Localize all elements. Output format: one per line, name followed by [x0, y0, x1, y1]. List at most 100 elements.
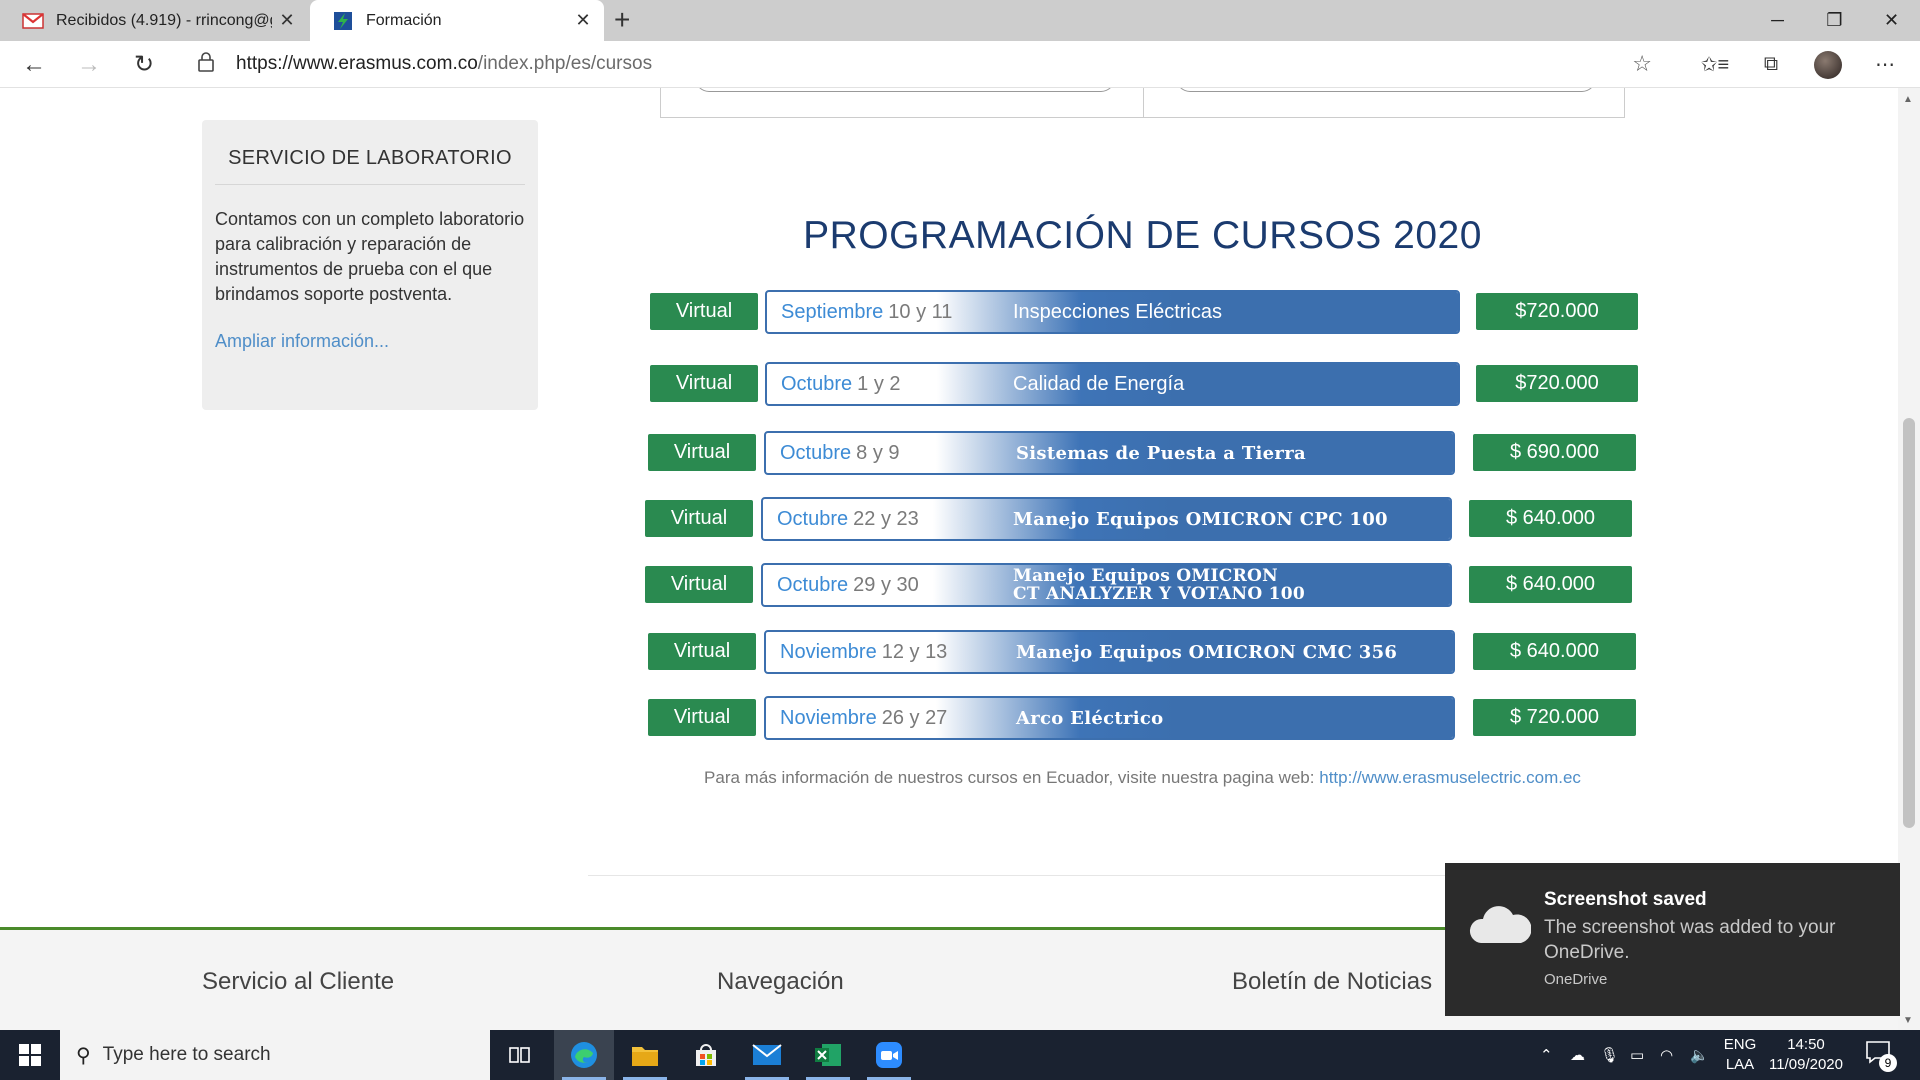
ecuador-website-link[interactable]: http://www.erasmuselectric.com.ec — [1319, 768, 1581, 787]
course-month: Octubre — [781, 372, 853, 395]
course-price: $ 640.000 — [1469, 500, 1632, 537]
course-banner[interactable]: Octubre 8 y 9 Sistemas de Puesta a Tierra — [764, 431, 1455, 475]
previous-card-text: ST — [793, 88, 813, 90]
virtual-badge: Virtual — [648, 699, 756, 736]
more-info-link[interactable]: Ampliar información... — [202, 307, 538, 352]
mail-icon[interactable] — [737, 1030, 797, 1080]
file-explorer-icon[interactable] — [615, 1030, 675, 1080]
scrollbar-thumb[interactable] — [1903, 418, 1915, 828]
onedrive-notification[interactable]: Screenshot saved The screenshot was adde… — [1445, 863, 1900, 1016]
virtual-badge: Virtual — [650, 365, 758, 402]
notification-title: Screenshot saved — [1544, 889, 1707, 910]
volume-icon[interactable]: 🔈 — [1690, 1030, 1709, 1080]
virtual-badge: Virtual — [648, 633, 756, 670]
taskbar-search-input[interactable]: ⚲ Type here to search — [60, 1030, 490, 1080]
course-month: Octubre — [777, 507, 849, 530]
zoom-icon[interactable] — [859, 1030, 919, 1080]
footer-newsletter-heading: Boletín de Noticias — [1232, 968, 1433, 995]
favorite-star-icon[interactable]: ☆ — [1632, 51, 1652, 77]
course-name: Arco Eléctrico — [1016, 707, 1164, 729]
tab-title: Formación — [366, 11, 442, 29]
course-price: $ 640.000 — [1473, 633, 1636, 670]
course-banner[interactable]: Septiembre 10 y 11 Inspecciones Eléctrica… — [765, 290, 1460, 334]
minimize-icon[interactable]: ─ — [1749, 0, 1806, 41]
clock-date: 11/09/2020 — [1769, 1056, 1843, 1073]
show-hidden-icons[interactable]: ⌃ — [1540, 1030, 1553, 1080]
restore-icon[interactable]: ❐ — [1806, 0, 1863, 41]
scroll-up-icon[interactable]: ▲ — [1903, 94, 1913, 105]
edge-icon[interactable] — [554, 1030, 614, 1080]
course-days: 29 y 30 — [853, 573, 919, 596]
close-icon[interactable]: ✕ — [568, 10, 598, 31]
page-title: PROGRAMACIÓN DE CURSOS 2020 — [803, 214, 1482, 257]
more-menu-icon[interactable]: ⋯ — [1863, 41, 1907, 88]
url-field[interactable]: https://www.erasmus.com.co/index.php/es/… — [182, 46, 1664, 82]
course-banner[interactable]: Octubre 22 y 23 Manejo Equipos OMICRON CP… — [761, 497, 1452, 541]
course-name: Manejo Equipos OMICRON CPC 100 — [1013, 508, 1388, 530]
new-tab-icon[interactable]: + — [614, 4, 630, 36]
lab-service-box: SERVICIO DE LABORATORIO Contamos con un … — [202, 120, 538, 410]
battery-icon[interactable]: ▭ — [1630, 1030, 1644, 1080]
course-month: Noviembre — [780, 706, 877, 729]
course-name: Inspecciones Eléctricas — [1013, 300, 1222, 323]
tab-formacion[interactable]: Formación ✕ — [310, 0, 604, 41]
close-icon[interactable]: ✕ — [272, 10, 302, 31]
collections-icon[interactable]: ⧉ — [1749, 41, 1793, 88]
lab-service-text: Contamos con un completo laboratorio par… — [215, 209, 525, 304]
course-days: 12 y 13 — [881, 640, 948, 663]
action-center-icon[interactable]: 9 — [1865, 1040, 1897, 1072]
tab-gmail[interactable]: Recibidos (4.919) - rrincong@gm ✕ — [0, 0, 308, 41]
excel-icon[interactable] — [798, 1030, 858, 1080]
lab-service-title: SERVICIO DE LABORATORIO — [228, 147, 512, 169]
window-close-icon[interactable]: ✕ — [1863, 0, 1920, 41]
onedrive-tray-icon[interactable]: ☁ — [1570, 1030, 1585, 1080]
course-banner[interactable]: Noviembre 26 y 27 Arco Eléctrico — [764, 696, 1455, 740]
onedrive-cloud-icon — [1467, 903, 1532, 952]
page-scrollbar[interactable]: ▲ ▼ — [1898, 88, 1920, 1030]
course-banner[interactable]: Noviembre 12 y 13 Manejo Equipos OMICRON … — [764, 630, 1455, 674]
wifi-icon[interactable]: ◠ — [1660, 1030, 1673, 1080]
course-name: Calidad de Energía — [1013, 372, 1185, 395]
notification-body: The screenshot was added to your OneDriv… — [1544, 917, 1836, 963]
forward-arrow-icon[interactable]: → — [67, 41, 111, 88]
course-name-line2: CT ANALYZER Y VOTANO 100 — [1013, 584, 1306, 604]
course-banner[interactable]: Octubre 1 y 2 Calidad de Energía — [765, 362, 1460, 406]
footer-customer-service-heading: Servicio al Cliente — [202, 968, 395, 995]
course-name: Manejo Equipos OMICRON CT ANALYZER Y VOT… — [1013, 565, 1305, 605]
course-price: $720.000 — [1476, 365, 1638, 402]
more-info-text: Para más información de nuestros cursos … — [580, 768, 1705, 788]
tab-strip: Recibidos (4.919) - rrincong@gm ✕ Formac… — [0, 0, 1920, 41]
virtual-badge: Virtual — [648, 434, 756, 471]
more-info-label: Para más información de nuestros cursos … — [704, 768, 1315, 787]
language-code: ENG — [1723, 1036, 1757, 1053]
url-host: https://www.erasmus.com.co — [236, 53, 478, 74]
task-view-icon[interactable] — [490, 1030, 550, 1080]
profile-avatar[interactable] — [1806, 41, 1850, 88]
course-month: Noviembre — [780, 640, 877, 663]
course-name: Manejo Equipos OMICRON CMC 356 — [1016, 641, 1398, 663]
lock-icon — [198, 51, 222, 77]
back-arrow-icon[interactable]: ← — [12, 41, 56, 88]
course-price: $ 720.000 — [1473, 699, 1636, 736]
system-clock[interactable]: 14:50 11/09/2020 — [1764, 1035, 1848, 1075]
course-days: 1 y 2 — [857, 372, 901, 395]
url-path: /index.php/es/cursos — [477, 53, 653, 74]
course-days: 22 y 23 — [853, 507, 919, 530]
previous-card-red-text: 30 — [746, 88, 764, 90]
scroll-down-icon[interactable]: ▼ — [1903, 1015, 1913, 1026]
clock-time: 14:50 — [1787, 1036, 1825, 1053]
erasmus-logo-icon — [332, 11, 354, 31]
language-indicator[interactable]: ENG LAA — [1722, 1035, 1758, 1075]
course-banner[interactable]: Octubre 29 y 30 Manejo Equipos OMICRON CT… — [761, 563, 1452, 607]
favorites-icon[interactable]: ✩≡ — [1693, 41, 1737, 88]
course-month: Octubre — [777, 573, 849, 596]
windows-start-icon[interactable] — [0, 1030, 60, 1080]
course-month: Octubre — [780, 441, 852, 464]
course-name-line1: Manejo Equipos OMICRON — [1013, 566, 1278, 586]
virtual-badge: Virtual — [645, 566, 753, 603]
microsoft-store-icon[interactable] — [676, 1030, 736, 1080]
refresh-icon[interactable]: ↻ — [122, 41, 166, 88]
microphone-icon[interactable]: 🎙 — [1600, 1030, 1619, 1080]
course-days: 8 y 9 — [856, 441, 900, 464]
search-icon: ⚲ — [76, 1044, 91, 1067]
